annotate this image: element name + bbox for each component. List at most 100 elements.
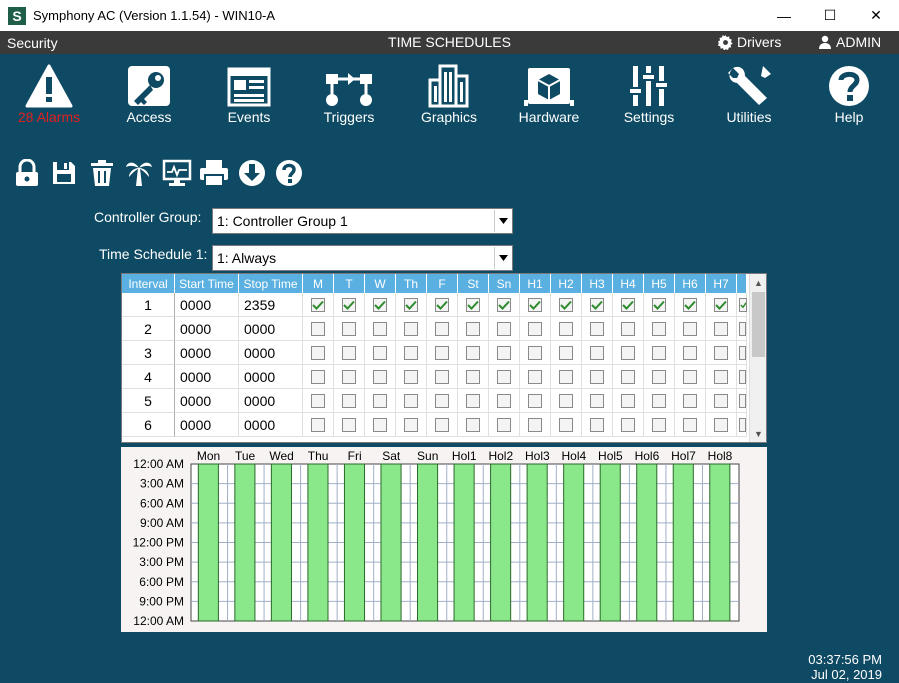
day-checkbox[interactable] bbox=[404, 369, 418, 384]
day-checkbox[interactable] bbox=[311, 393, 325, 408]
delete-button[interactable] bbox=[83, 156, 121, 190]
day-checkbox[interactable] bbox=[342, 345, 356, 360]
day-checkbox[interactable] bbox=[590, 321, 604, 336]
start-time-cell[interactable]: 0000 bbox=[175, 293, 239, 317]
day-checkbox[interactable] bbox=[714, 321, 728, 336]
lock-button[interactable] bbox=[8, 156, 46, 190]
day-checkbox[interactable] bbox=[739, 417, 746, 432]
stop-time-cell[interactable]: 0000 bbox=[239, 389, 303, 413]
day-checkbox[interactable] bbox=[311, 345, 325, 360]
day-checkbox[interactable] bbox=[590, 369, 604, 384]
day-checkbox[interactable] bbox=[559, 345, 573, 360]
column-header[interactable]: W bbox=[365, 274, 396, 293]
day-checkbox[interactable] bbox=[559, 369, 573, 384]
column-header[interactable]: H1 bbox=[520, 274, 551, 293]
day-checkbox[interactable] bbox=[683, 417, 697, 432]
column-header[interactable]: H4 bbox=[613, 274, 644, 293]
print-button[interactable] bbox=[196, 156, 234, 190]
day-checkbox[interactable] bbox=[739, 369, 746, 384]
day-checkbox[interactable] bbox=[404, 345, 418, 360]
day-checkbox[interactable] bbox=[466, 393, 480, 408]
column-header[interactable]: H5 bbox=[644, 274, 675, 293]
column-header[interactable]: Interval bbox=[122, 274, 175, 293]
day-checkbox[interactable] bbox=[528, 297, 542, 312]
day-checkbox[interactable] bbox=[435, 297, 449, 312]
stop-time-cell[interactable]: 2359 bbox=[239, 293, 303, 317]
day-checkbox[interactable] bbox=[714, 393, 728, 408]
day-checkbox[interactable] bbox=[466, 321, 480, 336]
day-checkbox[interactable] bbox=[528, 321, 542, 336]
table-row[interactable]: 4 0000 0000 bbox=[122, 365, 747, 389]
day-checkbox[interactable] bbox=[466, 345, 480, 360]
stop-time-cell[interactable]: 0000 bbox=[239, 317, 303, 341]
time-schedule-select[interactable]: 1: Always bbox=[212, 245, 513, 271]
day-checkbox[interactable] bbox=[435, 321, 449, 336]
day-checkbox[interactable] bbox=[652, 297, 666, 312]
column-header[interactable]: Stop Time bbox=[239, 274, 303, 293]
help-button[interactable] bbox=[271, 156, 309, 190]
day-checkbox[interactable] bbox=[311, 369, 325, 384]
start-time-cell[interactable]: 0000 bbox=[175, 317, 239, 341]
nav-hardware[interactable]: Hardware bbox=[504, 58, 594, 126]
day-checkbox[interactable] bbox=[714, 297, 728, 312]
day-checkbox[interactable] bbox=[739, 393, 746, 408]
day-checkbox[interactable] bbox=[559, 321, 573, 336]
minimize-button[interactable]: — bbox=[761, 0, 807, 31]
column-header[interactable]: Sn bbox=[489, 274, 520, 293]
day-checkbox[interactable] bbox=[466, 297, 480, 312]
start-time-cell[interactable]: 0000 bbox=[175, 341, 239, 365]
nav-utilities[interactable]: Utilities bbox=[704, 58, 794, 126]
monitor-button[interactable] bbox=[158, 156, 196, 190]
grid-scrollbar[interactable]: ▲ ▼ bbox=[749, 274, 766, 442]
table-row[interactable]: 1 0000 2359 bbox=[122, 293, 747, 317]
day-checkbox[interactable] bbox=[404, 297, 418, 312]
day-checkbox[interactable] bbox=[373, 297, 387, 312]
table-row[interactable]: 5 0000 0000 bbox=[122, 389, 747, 413]
save-button[interactable] bbox=[46, 156, 84, 190]
day-checkbox[interactable] bbox=[311, 321, 325, 336]
stop-time-cell[interactable]: 0000 bbox=[239, 341, 303, 365]
day-checkbox[interactable] bbox=[621, 321, 635, 336]
day-checkbox[interactable] bbox=[590, 417, 604, 432]
day-checkbox[interactable] bbox=[342, 393, 356, 408]
day-checkbox[interactable] bbox=[590, 297, 604, 312]
column-header[interactable]: St bbox=[458, 274, 489, 293]
day-checkbox[interactable] bbox=[528, 393, 542, 408]
day-checkbox[interactable] bbox=[373, 369, 387, 384]
day-checkbox[interactable] bbox=[590, 393, 604, 408]
day-checkbox[interactable] bbox=[311, 297, 325, 312]
stop-time-cell[interactable]: 0000 bbox=[239, 365, 303, 389]
column-header[interactable]: H6 bbox=[675, 274, 706, 293]
close-button[interactable]: ✕ bbox=[853, 0, 899, 31]
day-checkbox[interactable] bbox=[683, 297, 697, 312]
day-checkbox[interactable] bbox=[404, 393, 418, 408]
chevron-down-icon[interactable] bbox=[494, 210, 511, 232]
day-checkbox[interactable] bbox=[652, 345, 666, 360]
day-checkbox[interactable] bbox=[714, 369, 728, 384]
table-row[interactable]: 6 0000 0000 bbox=[122, 413, 747, 437]
day-checkbox[interactable] bbox=[683, 345, 697, 360]
column-header[interactable]: F bbox=[427, 274, 458, 293]
nav-events[interactable]: Events bbox=[204, 58, 294, 126]
day-checkbox[interactable] bbox=[559, 297, 573, 312]
stop-time-cell[interactable]: 0000 bbox=[239, 413, 303, 437]
day-checkbox[interactable] bbox=[497, 369, 511, 384]
day-checkbox[interactable] bbox=[342, 417, 356, 432]
day-checkbox[interactable] bbox=[652, 369, 666, 384]
day-checkbox[interactable] bbox=[621, 297, 635, 312]
day-checkbox[interactable] bbox=[590, 345, 604, 360]
day-checkbox[interactable] bbox=[621, 345, 635, 360]
day-checkbox[interactable] bbox=[559, 417, 573, 432]
day-checkbox[interactable] bbox=[621, 417, 635, 432]
day-checkbox[interactable] bbox=[652, 321, 666, 336]
controller-group-select[interactable]: 1: Controller Group 1 bbox=[212, 208, 513, 234]
drivers-button[interactable]: Drivers bbox=[718, 34, 781, 50]
day-checkbox[interactable] bbox=[466, 369, 480, 384]
column-header[interactable]: H7 bbox=[706, 274, 737, 293]
nav-graphics[interactable]: Graphics bbox=[404, 58, 494, 126]
day-checkbox[interactable] bbox=[404, 417, 418, 432]
day-checkbox[interactable] bbox=[559, 393, 573, 408]
column-header[interactable]: Th bbox=[396, 274, 427, 293]
scroll-thumb[interactable] bbox=[752, 292, 765, 357]
day-checkbox[interactable] bbox=[739, 345, 746, 360]
